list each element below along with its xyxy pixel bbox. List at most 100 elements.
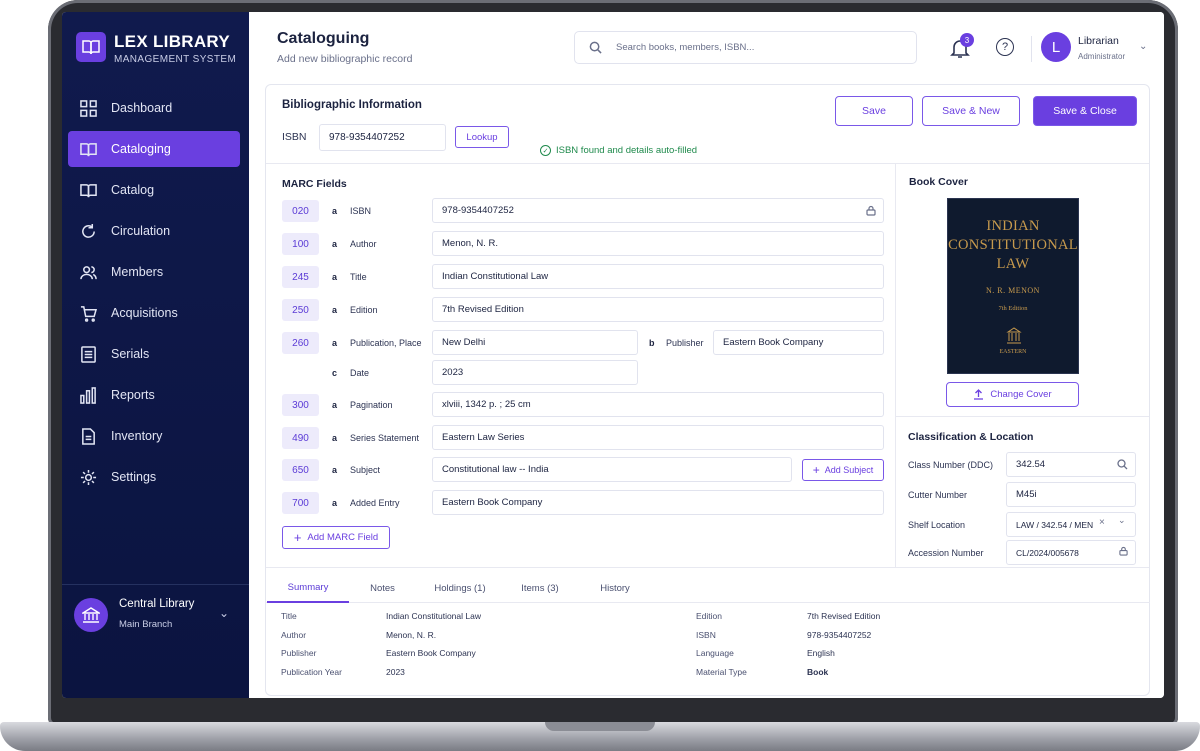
shelf-location-select[interactable]: LAW / 342.54 / MEN: [1006, 512, 1136, 537]
section-title-bibliographic: Bibliographic Information: [282, 99, 422, 111]
app-subtitle: MANAGEMENT SYSTEM: [114, 54, 237, 65]
check-circle-icon: ✓: [540, 145, 551, 156]
add-subject-button[interactable]: + Add Subject: [802, 459, 884, 481]
cutter-number-input[interactable]: M45i: [1006, 482, 1136, 507]
search-icon: [589, 41, 602, 54]
marc-field-input[interactable]: Indian Constitutional Law: [432, 264, 884, 289]
marc-field-input[interactable]: 978-9354407252: [432, 198, 884, 223]
tab-history[interactable]: History: [585, 573, 645, 603]
date-input[interactable]: 2023: [432, 360, 638, 385]
add-subject-label: Add Subject: [824, 465, 874, 475]
building-icon: [74, 598, 108, 632]
sidebar-item-settings[interactable]: Settings: [68, 459, 240, 495]
isbn-field[interactable]: 978-9354407252: [319, 124, 446, 151]
marc-field-input[interactable]: xlviii, 1342 p. ; 25 cm: [432, 392, 884, 417]
sidebar-item-inventory[interactable]: Inventory: [68, 418, 240, 454]
clear-icon[interactable]: ×: [1099, 517, 1105, 528]
cutter-number-label: Cutter Number: [908, 490, 968, 500]
chevron-down-icon[interactable]: ⌄: [1118, 515, 1126, 526]
status-text: ISBN found and details auto-filled: [556, 145, 698, 156]
save-button[interactable]: Save: [835, 96, 913, 126]
save-close-button[interactable]: Save & Close: [1033, 96, 1137, 126]
summary-value: Menon, N. R.: [386, 630, 437, 640]
add-marc-field-button[interactable]: + Add MARC Field: [282, 526, 390, 549]
sidebar-item-label: Cataloging: [111, 142, 171, 156]
divider: [266, 163, 1149, 164]
summary-value: 978-9354407252: [807, 630, 872, 640]
section-title-classification: Classification & Location: [908, 431, 1034, 443]
avatar[interactable]: L: [1041, 32, 1071, 62]
save-new-button[interactable]: Save & New: [922, 96, 1020, 126]
sidebar-item-members[interactable]: Members: [68, 254, 240, 290]
marc-field-input[interactable]: Eastern Book Company: [432, 490, 884, 515]
marc-subfield: a: [332, 433, 338, 443]
marc-field-label: Title: [350, 272, 367, 282]
sidebar-item-cataloging[interactable]: Cataloging: [68, 131, 240, 167]
sidebar-item-circulation[interactable]: Circulation: [68, 213, 240, 249]
help-icon[interactable]: ?: [996, 38, 1014, 56]
marc-field-input[interactable]: Constitutional law -- India: [432, 457, 792, 482]
lock-icon: [866, 205, 876, 216]
sidebar-item-reports[interactable]: Reports: [68, 377, 240, 413]
book-icon: [80, 183, 97, 197]
marc-field-input[interactable]: 7th Revised Edition: [432, 297, 884, 322]
marc-tag: 100: [282, 233, 319, 255]
chevron-down-icon[interactable]: ⌄: [219, 606, 229, 620]
tab-notes[interactable]: Notes: [355, 573, 410, 603]
plus-icon: +: [293, 530, 302, 545]
summary-key: Edition: [696, 611, 722, 621]
record-card: Bibliographic Information ISBN 978-93544…: [265, 84, 1150, 696]
add-marc-field-label: Add MARC Field: [307, 532, 379, 543]
refresh-icon: [82, 223, 95, 238]
sidebar-item-dashboard[interactable]: Dashboard: [68, 90, 240, 126]
marc-tag: 020: [282, 200, 319, 222]
summary-key: Language: [696, 648, 734, 658]
summary-key: ISBN: [696, 630, 716, 640]
change-cover-button[interactable]: Change Cover: [946, 382, 1079, 407]
marc-subfield: a: [332, 272, 338, 282]
users-icon: [80, 265, 97, 279]
marc-field-input[interactable]: Eastern Law Series: [432, 425, 884, 450]
lock-icon: [1119, 546, 1128, 556]
page-title: Cataloguing: [277, 30, 370, 47]
marc-subfield: a: [332, 338, 338, 348]
publisher-input[interactable]: Eastern Book Company: [713, 330, 884, 355]
shelf-location-value: LAW / 342.54 / MEN: [1016, 519, 1094, 530]
upload-icon: [974, 389, 984, 400]
summary-value: 7th Revised Edition: [807, 611, 881, 621]
tab-items[interactable]: Items (3): [510, 573, 570, 603]
marc-tag: 300: [282, 394, 319, 416]
sidebar-item-catalog[interactable]: Catalog: [68, 172, 240, 208]
marc-field-label: Series Statement: [350, 433, 420, 443]
sidebar-item-serials[interactable]: Serials: [68, 336, 240, 372]
tab-summary[interactable]: Summary: [267, 573, 349, 603]
tab-holdings[interactable]: Holdings (1): [425, 573, 495, 603]
marc-field-label: Pagination: [350, 400, 393, 410]
sidebar-item-acquisitions[interactable]: Acquisitions: [68, 295, 240, 331]
search-input[interactable]: Search books, members, ISBN...: [574, 31, 917, 64]
marc-field-input[interactable]: Menon, N. R.: [432, 231, 884, 256]
sidebar-item-label: Settings: [111, 470, 157, 484]
marc-field-input[interactable]: New Delhi: [432, 330, 638, 355]
summary-value: Eastern Book Company: [386, 648, 476, 658]
marc-tag: 490: [282, 427, 319, 449]
dashboard-icon: [80, 99, 97, 117]
user-role: Administrator: [1078, 52, 1126, 61]
marc-field-label: Date: [350, 368, 370, 378]
summary-key: Material Type: [696, 667, 747, 677]
sidebar-item-label: Reports: [111, 388, 155, 402]
file-icon: [82, 427, 95, 445]
marc-subfield: a: [332, 206, 338, 216]
sidebar-item-label: Serials: [111, 347, 150, 361]
marc-tag: 250: [282, 299, 319, 321]
chevron-down-icon[interactable]: ⌄: [1139, 41, 1147, 52]
summary-value: 2023: [386, 667, 405, 677]
accession-number-input[interactable]: CL/2024/005678: [1006, 540, 1136, 565]
lookup-button[interactable]: Lookup: [455, 126, 509, 148]
library-logo-icon: [76, 32, 106, 62]
laptop-notch: [545, 722, 655, 731]
marc-field-label: Added Entry: [350, 498, 400, 508]
search-icon[interactable]: [1117, 459, 1128, 470]
marc-subfield: c: [332, 368, 338, 378]
bar-chart-icon: [80, 386, 96, 404]
